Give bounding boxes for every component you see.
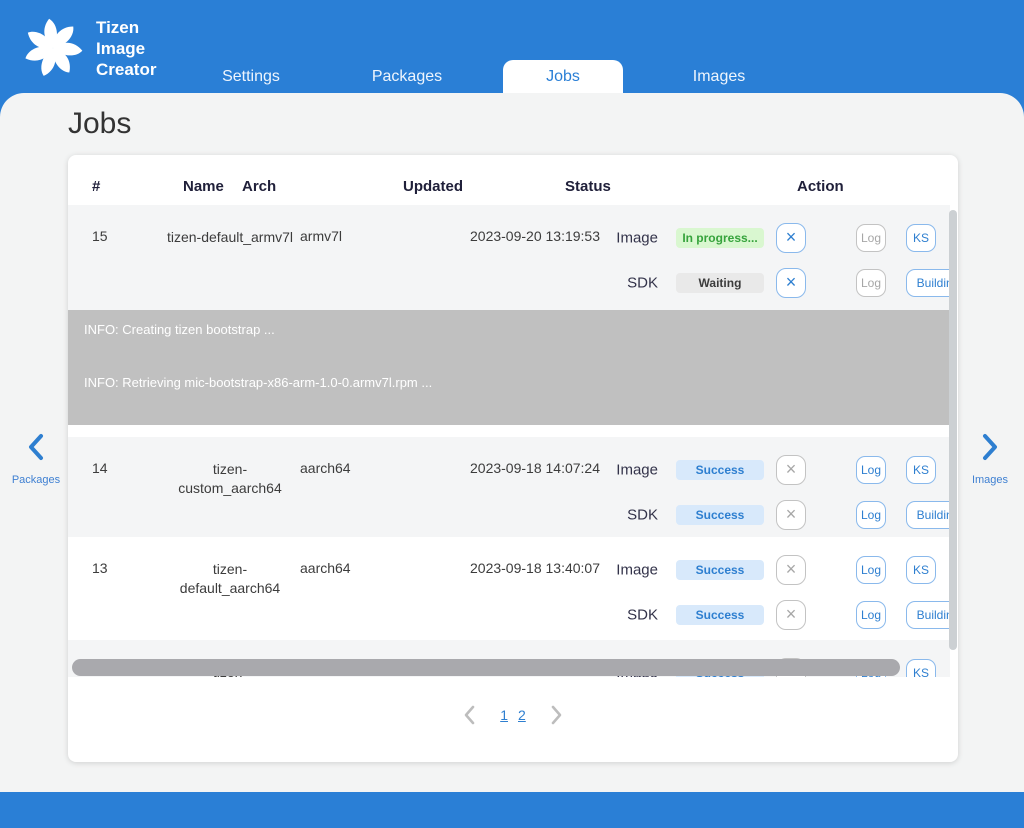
building-button[interactable]: Building (906, 601, 950, 629)
jobs-table-card: # Name Arch Updated Status Action 15 tiz… (68, 155, 958, 762)
column-header-num: # (92, 178, 100, 195)
table-row: 15 tizen-default_armv7l armv7l 2023-09-2… (68, 205, 950, 310)
table-row: 14 tizen-custom_aarch64 aarch64 2023-09-… (68, 437, 950, 537)
table-body: 15 tizen-default_armv7l armv7l 2023-09-2… (68, 205, 950, 677)
nav-packages-label: Packages (4, 474, 68, 486)
app-logo: Tizen Image Creator (16, 6, 156, 86)
column-header-name: Name (183, 178, 224, 195)
building-button[interactable]: Building (906, 501, 950, 529)
log-button[interactable]: Log (856, 556, 886, 584)
close-icon: × (786, 227, 797, 248)
cancel-button[interactable]: × (776, 223, 806, 253)
cancel-button[interactable]: × (776, 600, 806, 630)
chevron-right-icon[interactable] (546, 704, 566, 726)
close-icon: × (786, 559, 797, 580)
app-window: Tizen Image Creator Settings Packages Jo… (0, 0, 1024, 828)
status-badge: Success (676, 605, 764, 625)
log-button[interactable]: Log (856, 224, 886, 252)
log-button[interactable]: Log (856, 501, 886, 529)
subrow-kind-label: Image (568, 561, 658, 578)
log-line: INFO: Creating tizen bootstrap ... (84, 322, 950, 337)
nav-images-label: Images (958, 474, 1022, 486)
subrow-kind-label: SDK (568, 606, 658, 623)
cancel-button[interactable]: × (776, 455, 806, 485)
status-badge: In progress... (676, 228, 764, 248)
log-line: INFO: Retrieving mic-bootstrap-x86-arm-1… (84, 375, 950, 390)
vertical-scrollbar[interactable] (949, 210, 957, 650)
subrow-kind-label: Image (568, 229, 658, 246)
column-header-updated: Updated (403, 178, 463, 195)
tab-settings[interactable]: Settings (191, 60, 311, 93)
table-row: 13 tizen-default_aarch64 aarch64 2023-09… (68, 537, 950, 640)
main-tabs: Settings Packages Jobs Images (191, 60, 815, 93)
chevron-left-icon (24, 433, 48, 461)
tab-images[interactable]: Images (659, 60, 779, 93)
logo-title-line: Image (96, 38, 156, 59)
app-header: Tizen Image Creator Settings Packages Jo… (0, 0, 1024, 93)
logo-title-line: Creator (96, 59, 156, 80)
close-icon: × (786, 272, 797, 293)
status-badge: Success (676, 460, 764, 480)
column-header-action: Action (797, 178, 844, 195)
subrow-kind-label: SDK (568, 274, 658, 291)
tab-packages[interactable]: Packages (347, 60, 467, 93)
column-header-arch: Arch (242, 178, 276, 195)
cancel-button[interactable]: × (776, 555, 806, 585)
cancel-button[interactable]: × (776, 500, 806, 530)
ks-button[interactable]: KS (906, 659, 936, 678)
status-badge: Success (676, 560, 764, 580)
log-button[interactable]: Log (856, 269, 886, 297)
log-button[interactable]: Log (856, 601, 886, 629)
subrow-kind-label: SDK (568, 506, 658, 523)
nav-images[interactable]: Images (958, 433, 1022, 486)
horizontal-scrollbar[interactable] (72, 659, 900, 676)
page-title: Jobs (68, 107, 131, 141)
logo-title-line: Tizen (96, 17, 156, 38)
ks-button[interactable]: KS (906, 556, 936, 584)
close-icon: × (786, 504, 797, 525)
chevron-right-icon (978, 433, 1002, 461)
tab-jobs[interactable]: Jobs (503, 60, 623, 93)
subrow-kind-label: Image (568, 461, 658, 478)
ks-button[interactable]: KS (906, 456, 936, 484)
logo-title: Tizen Image Creator (96, 6, 156, 80)
cancel-button[interactable]: × (776, 268, 806, 298)
column-header-status: Status (565, 178, 611, 195)
tizen-pinwheel-icon (16, 6, 90, 86)
nav-packages[interactable]: Packages (4, 433, 68, 486)
status-badge: Success (676, 505, 764, 525)
page-link-2[interactable]: 2 (518, 707, 526, 723)
log-button[interactable]: Log (856, 456, 886, 484)
job-log-panel: INFO: Creating tizen bootstrap ... INFO:… (68, 310, 950, 425)
close-icon: × (786, 604, 797, 625)
ks-button[interactable]: KS (906, 224, 936, 252)
close-icon: × (786, 459, 797, 480)
building-button[interactable]: Building (906, 269, 950, 297)
chevron-left-icon[interactable] (460, 704, 480, 726)
content-panel: Jobs # Name Arch Updated Status Action 1… (0, 93, 1024, 792)
pagination: 1 2 (68, 695, 958, 735)
footer-strip (0, 792, 1024, 828)
page-link-1[interactable]: 1 (500, 707, 508, 723)
status-badge: Waiting (676, 273, 764, 293)
